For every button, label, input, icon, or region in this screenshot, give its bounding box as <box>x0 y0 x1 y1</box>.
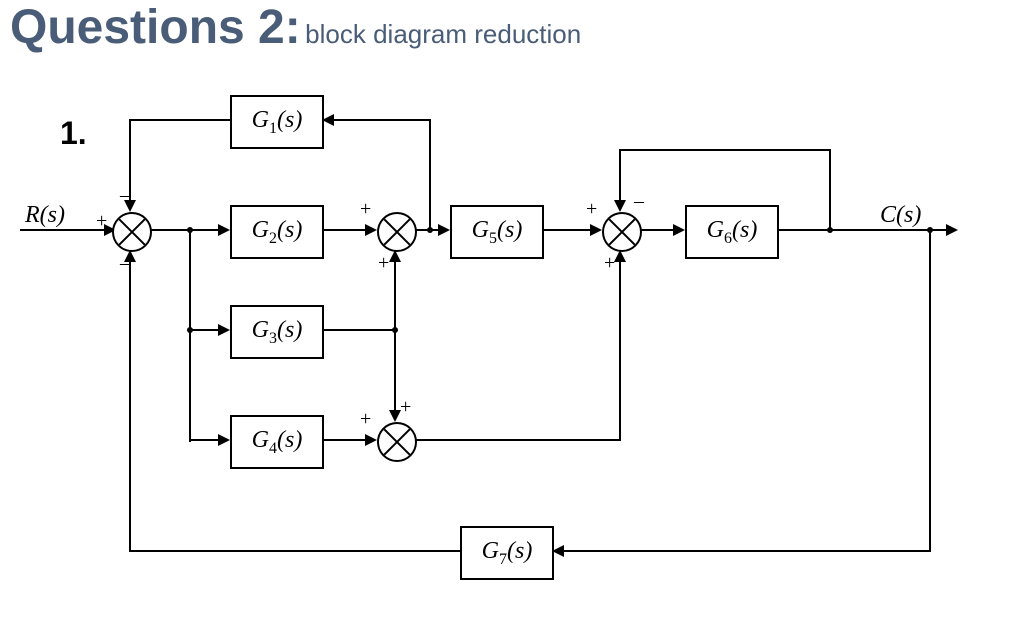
sign: + <box>360 198 371 221</box>
block-label: G2(s) <box>252 217 303 248</box>
wire <box>322 439 369 441</box>
wire <box>542 229 594 231</box>
wire <box>322 329 396 331</box>
block-label: G6(s) <box>707 217 758 248</box>
wire <box>929 230 931 552</box>
block-label: G4(s) <box>252 427 303 458</box>
wire <box>394 250 396 331</box>
block-label: G7(s) <box>482 538 533 569</box>
arrowhead-icon <box>218 324 230 336</box>
wire <box>322 229 369 231</box>
arrowhead-icon <box>389 410 401 422</box>
title-main: Questions 2: <box>10 1 301 54</box>
arrowhead-icon <box>365 224 377 236</box>
sign: + <box>378 252 389 275</box>
block-g5: G5(s) <box>450 205 544 259</box>
wire <box>150 229 190 231</box>
arrowhead-icon <box>218 224 230 236</box>
arrowhead-icon <box>614 250 626 262</box>
wire <box>619 250 621 441</box>
block-g2: G2(s) <box>230 205 324 259</box>
block-label: G1(s) <box>252 107 303 138</box>
wire <box>415 439 620 441</box>
arrowhead-icon <box>946 224 958 236</box>
block-label: G3(s) <box>252 317 303 348</box>
wire <box>130 119 230 121</box>
title-sub: block diagram reduction <box>305 19 581 49</box>
wire <box>777 229 950 231</box>
sign: + <box>96 210 107 233</box>
block-g1: G1(s) <box>230 95 324 149</box>
summing-junction-4 <box>602 212 642 252</box>
arrowhead-icon <box>614 200 626 212</box>
arrowhead-icon <box>673 224 685 236</box>
wire <box>619 149 621 204</box>
wire <box>394 330 396 414</box>
page-title: Questions 2: block diagram reduction <box>10 0 581 55</box>
arrowhead-icon <box>590 224 602 236</box>
arrowhead-icon <box>438 224 450 236</box>
wire <box>620 149 831 151</box>
output-label: C(s) <box>880 202 921 229</box>
summing-junction-1 <box>112 212 152 252</box>
arrowhead-icon <box>124 250 136 262</box>
block-label: G5(s) <box>472 217 523 248</box>
wire <box>129 250 131 552</box>
block-g4: G4(s) <box>230 415 324 469</box>
sign: + <box>400 396 411 419</box>
summing-junction-2 <box>377 212 417 252</box>
block-g3: G3(s) <box>230 305 324 359</box>
block-diagram: R(s) + – – G2(s) + + G5(s) + – + G6(s) C… <box>0 80 1024 620</box>
wire <box>189 230 191 442</box>
block-g7: G7(s) <box>460 526 554 580</box>
arrowhead-icon <box>218 434 230 446</box>
wire <box>429 120 431 230</box>
block-g6: G6(s) <box>685 205 779 259</box>
wire <box>829 150 831 230</box>
wire <box>322 119 431 121</box>
wire <box>130 550 460 552</box>
sign: – <box>634 190 644 213</box>
arrowhead-icon <box>389 250 401 262</box>
input-label: R(s) <box>25 202 65 229</box>
arrowhead-icon <box>124 200 136 212</box>
sign: + <box>586 198 597 221</box>
wire <box>129 119 131 203</box>
arrowhead-icon <box>365 434 377 446</box>
wire <box>552 550 931 552</box>
sign: + <box>360 408 371 431</box>
summing-junction-3 <box>377 422 417 462</box>
wire <box>640 229 677 231</box>
